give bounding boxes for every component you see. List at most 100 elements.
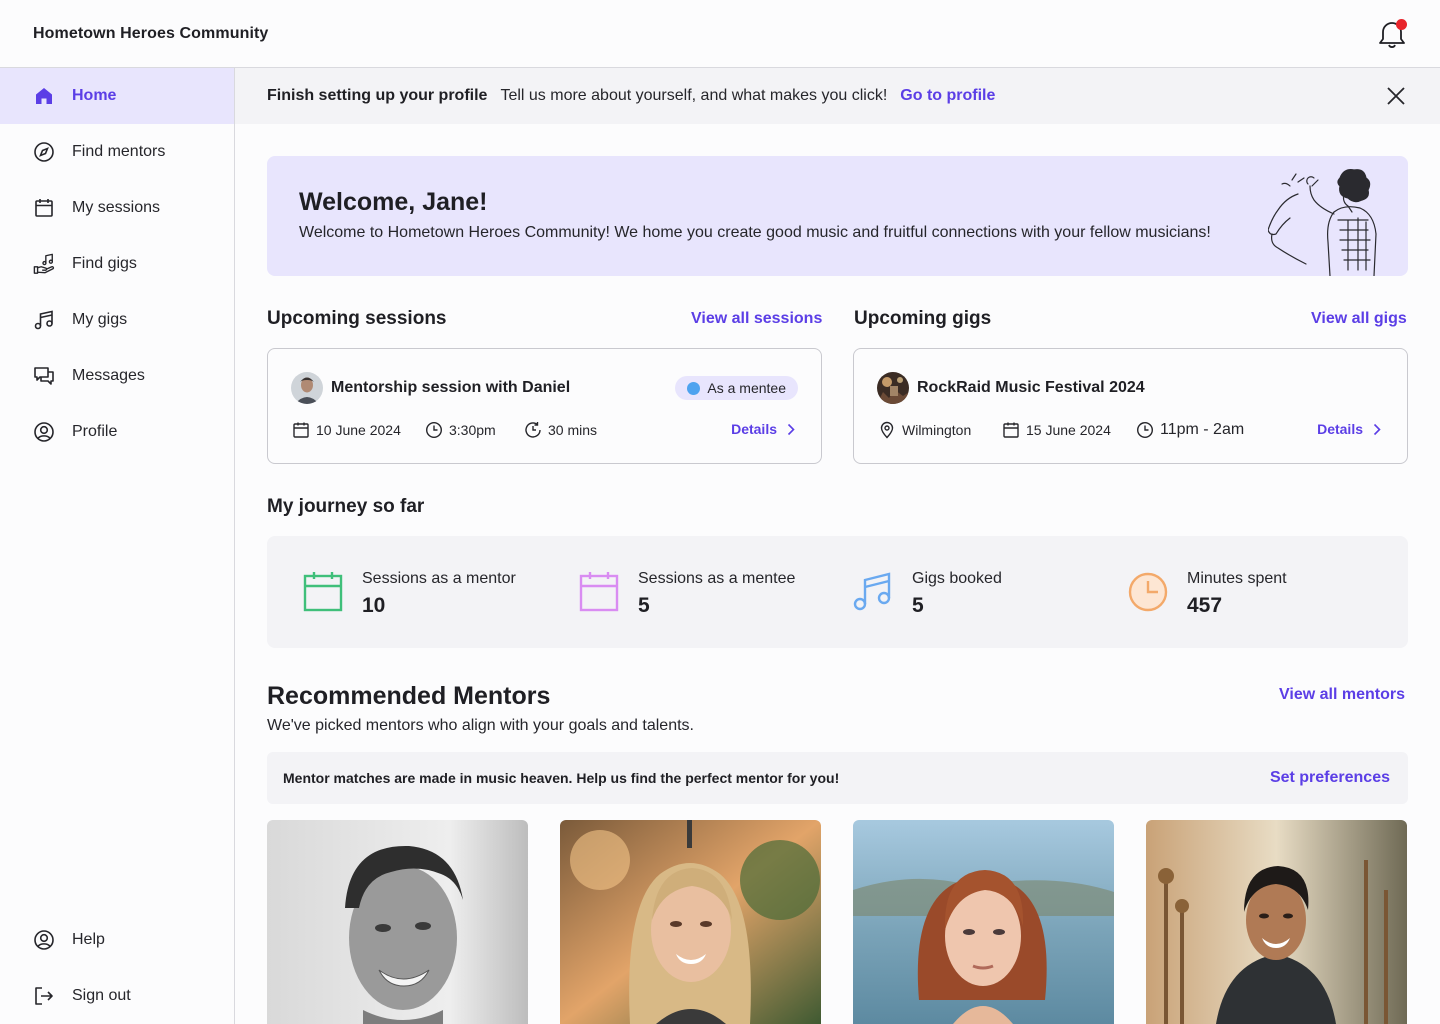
stat-value: 10: [362, 594, 386, 617]
session-details-link[interactable]: Details: [731, 421, 795, 437]
session-time-text: 3:30pm: [449, 422, 496, 438]
location-pin-icon: [880, 421, 894, 439]
stat-sessions-mentee: Sessions as a mentee 5: [578, 570, 795, 618]
app-title: Hometown Heroes Community: [33, 24, 269, 42]
sidebar-item-profile[interactable]: Profile: [0, 404, 234, 460]
sidebar: Home Find mentors My sessions Find gigs …: [0, 68, 235, 1024]
journey-stats: Sessions as a mentor 10 Sessions as a me…: [267, 536, 1408, 648]
close-banner-button[interactable]: [1385, 85, 1407, 107]
sidebar-item-label: Find mentors: [72, 143, 166, 160]
calendar-icon: [303, 572, 343, 612]
sidebar-item-messages[interactable]: Messages: [0, 348, 234, 404]
session-duration: 30 mins: [524, 421, 597, 439]
session-time: 3:30pm: [425, 421, 496, 439]
calendar-icon: [579, 572, 619, 612]
upcoming-gigs-title: Upcoming gigs: [854, 308, 992, 329]
welcome-message: Welcome to Hometown Heroes Community! We…: [299, 224, 1211, 241]
sidebar-item-label: Sign out: [72, 987, 131, 1004]
gig-time-text: 11pm - 2am: [1160, 421, 1245, 438]
stat-value: 5: [912, 594, 924, 617]
view-all-sessions-link[interactable]: View all sessions: [691, 310, 822, 328]
mentor-photo: [267, 820, 528, 1024]
stat-label: Sessions as a mentor: [362, 570, 516, 587]
notification-badge: [1396, 18, 1407, 30]
gig-details-link[interactable]: Details: [1317, 421, 1381, 437]
sidebar-item-label: Home: [72, 87, 117, 104]
session-date: 10 June 2024: [292, 421, 401, 439]
notifications-button[interactable]: [1378, 18, 1408, 49]
session-duration-text: 30 mins: [548, 422, 598, 438]
calendar-icon: [33, 197, 55, 219]
mentor-photo: [1146, 820, 1407, 1024]
view-all-gigs-link[interactable]: View all gigs: [1311, 310, 1407, 328]
chevron-right-icon: [1373, 423, 1381, 435]
session-title: Mentorship session with Daniel: [331, 379, 571, 396]
session-card[interactable]: Mentorship session with Daniel As a ment…: [267, 348, 822, 464]
sidebar-item-label: My gigs: [72, 311, 128, 328]
banner-text: Tell us more about yourself, and what ma…: [500, 87, 888, 104]
sidebar-item-label: Find gigs: [72, 255, 137, 272]
stat-value: 457: [1187, 594, 1223, 617]
chevron-right-icon: [787, 423, 795, 435]
preferences-text: Mentor matches are made in music heaven.…: [283, 770, 840, 786]
top-bar: Hometown Heroes Community: [0, 0, 1440, 68]
mentor-photo: [853, 820, 1114, 1024]
sidebar-item-my-gigs[interactable]: My gigs: [0, 292, 234, 348]
home-icon: [33, 85, 55, 107]
gig-date-text: 15 June 2024: [1026, 422, 1111, 438]
mentor-avatar: [291, 372, 323, 404]
profile-setup-banner: Finish setting up your profile Tell us m…: [235, 68, 1440, 124]
sidebar-item-find-mentors[interactable]: Find mentors: [0, 124, 234, 180]
chat-icon: [33, 365, 55, 387]
status-dot: [687, 381, 701, 395]
stat-label: Minutes spent: [1187, 570, 1287, 587]
role-badge-label: As a mentee: [707, 380, 786, 396]
gig-location: Wilmington: [878, 421, 971, 439]
close-icon: [1387, 87, 1405, 105]
sidebar-item-my-sessions[interactable]: My sessions: [0, 180, 234, 236]
set-preferences-link[interactable]: Set preferences: [1270, 769, 1390, 787]
sign-out-icon: [33, 985, 55, 1007]
gig-time: 11pm - 2am: [1136, 421, 1244, 439]
recommended-mentors-title: Recommended Mentors: [267, 682, 551, 710]
calendar-icon: [293, 422, 309, 438]
clock-icon: [425, 421, 443, 439]
sidebar-item-find-gigs[interactable]: Find gigs: [0, 236, 234, 292]
singer-illustration: [1268, 169, 1377, 276]
mentor-card-photo[interactable]: [560, 820, 821, 1024]
calendar-icon: [1003, 422, 1019, 438]
music-note-icon: [853, 572, 891, 611]
stat-label: Sessions as a mentee: [638, 570, 796, 587]
preferences-banner: Mentor matches are made in music heaven.…: [267, 752, 1408, 804]
hand-music-icon: [33, 253, 55, 275]
gig-location-text: Wilmington: [902, 422, 972, 438]
gig-title: RockRaid Music Festival 2024: [917, 379, 1145, 396]
sidebar-item-label: Profile: [72, 423, 118, 440]
help-icon: [33, 929, 55, 951]
recommended-mentors-subtitle: We've picked mentors who align with your…: [267, 717, 694, 734]
view-all-mentors-link[interactable]: View all mentors: [1279, 686, 1405, 704]
sidebar-item-label: Messages: [72, 367, 145, 384]
mentor-card-photo[interactable]: [267, 820, 528, 1024]
go-to-profile-link[interactable]: Go to profile: [900, 87, 995, 105]
timer-icon: [525, 422, 541, 438]
welcome-card: Welcome, Jane! Welcome to Hometown Heroe…: [267, 156, 1408, 276]
mentor-card-photo[interactable]: [1146, 820, 1407, 1024]
clock-icon: [1136, 421, 1154, 439]
gig-date: 15 June 2024: [1002, 421, 1111, 439]
music-note-icon: [33, 309, 55, 331]
details-label: Details: [1317, 421, 1363, 437]
sidebar-item-help[interactable]: Help: [0, 912, 234, 968]
compass-icon: [33, 141, 55, 163]
gig-card[interactable]: RockRaid Music Festival 2024 Wilmington …: [853, 348, 1408, 464]
stat-value: 5: [638, 594, 650, 617]
banner-title: Finish setting up your profile: [267, 87, 488, 104]
sidebar-item-label: My sessions: [72, 199, 161, 216]
role-badge: As a mentee: [675, 376, 798, 400]
user-circle-icon: [33, 421, 55, 443]
sidebar-item-sign-out[interactable]: Sign out: [0, 968, 234, 1024]
upcoming-sessions-title: Upcoming sessions: [267, 308, 447, 329]
sidebar-item-home[interactable]: Home: [0, 68, 234, 124]
clock-icon: [1128, 572, 1168, 612]
mentor-card-photo[interactable]: [853, 820, 1114, 1024]
